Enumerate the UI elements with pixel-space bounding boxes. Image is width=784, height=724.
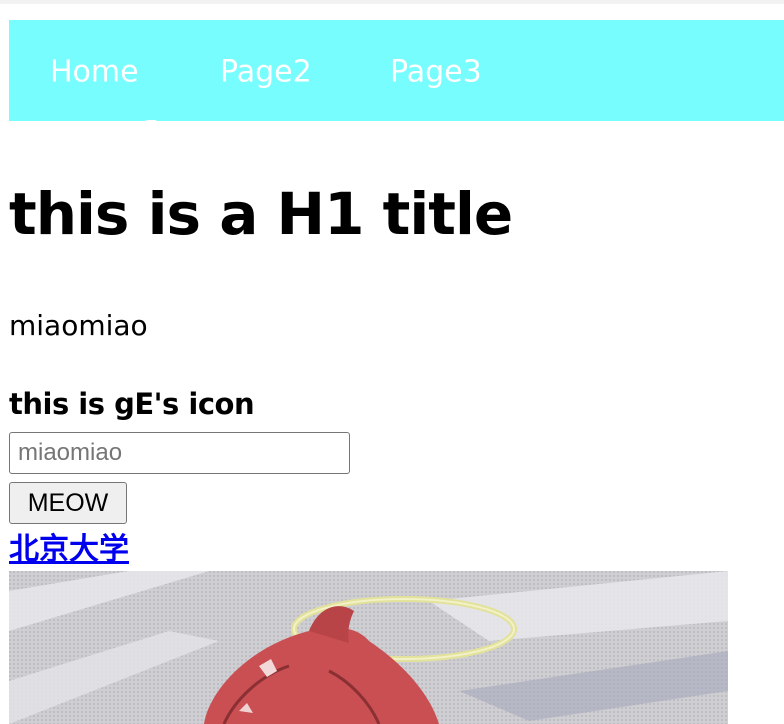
top-navigation-bar: Home Page2 Page3 (9, 20, 784, 126)
meow-button[interactable]: MEOW (9, 482, 127, 524)
nav-item-home[interactable]: Home (50, 55, 139, 90)
nav-item-page3[interactable]: Page3 (390, 55, 482, 90)
window-top-border (0, 0, 784, 4)
peking-university-link[interactable]: 北京大学 (9, 530, 129, 570)
text-input-field[interactable] (9, 432, 350, 474)
nav-item-page2[interactable]: Page2 (220, 55, 312, 90)
icon-section-heading: this is gE's icon (9, 387, 255, 421)
page-title: this is a H1 title (9, 180, 513, 248)
paragraph-text: miaomiao (9, 309, 148, 342)
active-nav-indicator (142, 120, 160, 126)
ge-icon-image (9, 571, 728, 724)
